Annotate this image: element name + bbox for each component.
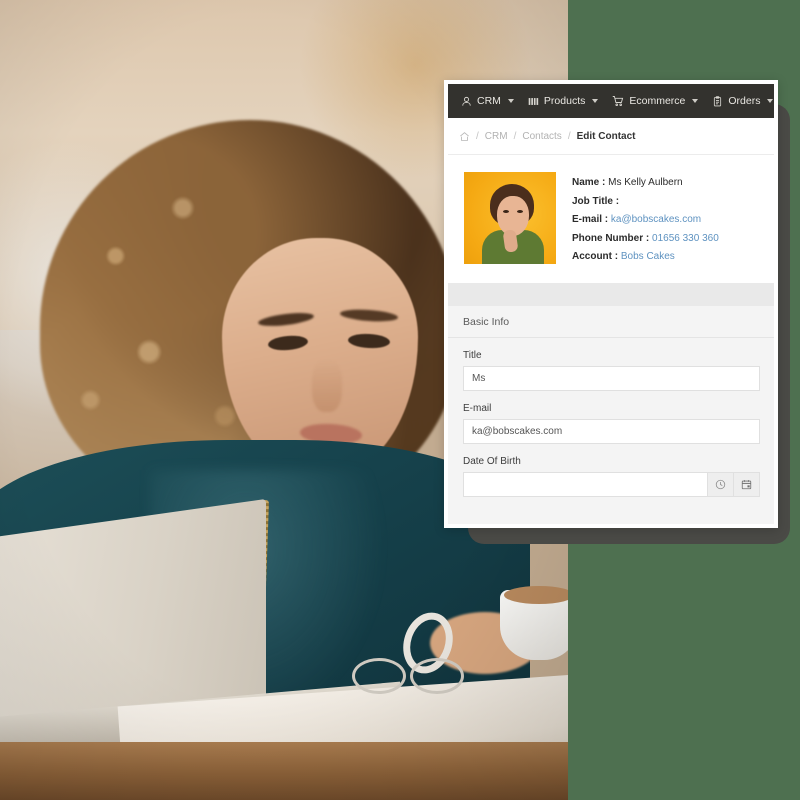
nav-item-crm-label: CRM: [477, 95, 501, 107]
contact-summary: Name : Ms Kelly Aulbern Job Title : E-ma…: [448, 155, 774, 284]
contact-label-phone: Phone Number :: [572, 232, 650, 244]
chevron-down-icon: [592, 99, 599, 103]
avatar-eye-right: [517, 210, 523, 213]
contact-value-email[interactable]: ka@bobscakes.com: [611, 214, 701, 225]
title-input[interactable]: [463, 365, 760, 391]
avatar-eye-left: [503, 210, 509, 213]
home-icon[interactable]: [459, 131, 470, 142]
contact-value-phone[interactable]: 01656 330 360: [652, 233, 719, 244]
user-icon: [461, 96, 472, 107]
basic-info-form: Basic Info Title E-mail Date Of Birth: [448, 305, 774, 511]
breadcrumb: / CRM / Contacts / Edit Contact: [448, 118, 774, 155]
section-divider-band: [448, 283, 774, 306]
chevron-down-icon: [507, 99, 514, 103]
avatar: [464, 172, 556, 264]
contact-value-account[interactable]: Bobs Cakes: [621, 251, 675, 262]
contact-label-email: E-mail :: [572, 214, 609, 225]
clock-icon[interactable]: [707, 471, 734, 497]
breadcrumb-item-crm[interactable]: CRM: [485, 131, 508, 142]
form-section-title: Basic Info: [448, 306, 774, 338]
nav-item-crm[interactable]: CRM: [454, 84, 521, 118]
calendar-icon[interactable]: [734, 471, 760, 497]
contact-row-email: E-mail : ka@bobscakes.com: [572, 211, 719, 230]
breadcrumb-separator: /: [476, 130, 479, 142]
contact-row-phone: Phone Number : 01656 330 360: [572, 230, 719, 249]
clipboard-icon: [712, 95, 723, 107]
breadcrumb-separator: /: [513, 130, 517, 142]
chevron-down-icon: [692, 99, 699, 103]
screenshot-stage: CRM Products Ecommerce Orders / CRM / Co…: [0, 0, 800, 800]
cart-icon: [612, 95, 624, 107]
app-window: CRM Products Ecommerce Orders / CRM / Co…: [444, 80, 778, 528]
contact-row-name: Name : Ms Kelly Aulbern: [572, 174, 719, 193]
field-email-label: E-mail: [463, 402, 492, 414]
bars-icon: [528, 96, 539, 107]
nav-item-ecommerce-label: Ecommerce: [629, 95, 686, 107]
nav-item-products-label: Products: [543, 95, 586, 107]
contact-row-account: Account : Bobs Cakes: [572, 248, 719, 267]
contact-row-job-title: Job Title :: [572, 193, 719, 212]
nav-item-orders-label: Orders: [728, 95, 761, 107]
breadcrumb-item-contacts[interactable]: Contacts: [522, 131, 561, 142]
contact-value-name: Ms Kelly Aulbern: [608, 177, 683, 188]
field-title: Title: [448, 338, 774, 391]
breadcrumb-separator: /: [567, 130, 571, 142]
contact-field-list: Name : Ms Kelly Aulbern Job Title : E-ma…: [572, 172, 719, 267]
contact-label-job-title: Job Title :: [572, 195, 620, 207]
app-window-inner: CRM Products Ecommerce Orders / CRM / Co…: [448, 84, 774, 524]
nav-item-products[interactable]: Products: [521, 84, 605, 118]
contact-label-account: Account :: [572, 251, 619, 262]
field-date-of-birth: Date Of Birth: [448, 444, 774, 497]
contact-label-name: Name :: [572, 177, 606, 188]
nav-item-orders[interactable]: Orders: [705, 84, 774, 118]
date-of-birth-input[interactable]: [463, 471, 707, 497]
field-title-label: Title: [463, 349, 482, 361]
top-navbar: CRM Products Ecommerce Orders: [448, 84, 774, 118]
nav-item-ecommerce[interactable]: Ecommerce: [605, 84, 705, 118]
field-date-of-birth-label: Date Of Birth: [463, 455, 521, 467]
breadcrumb-item-edit-contact: Edit Contact: [576, 130, 636, 142]
field-email: E-mail: [448, 391, 774, 444]
email-input[interactable]: [463, 418, 760, 444]
date-of-birth-input-group: [463, 471, 760, 497]
chevron-down-icon: [767, 99, 774, 103]
